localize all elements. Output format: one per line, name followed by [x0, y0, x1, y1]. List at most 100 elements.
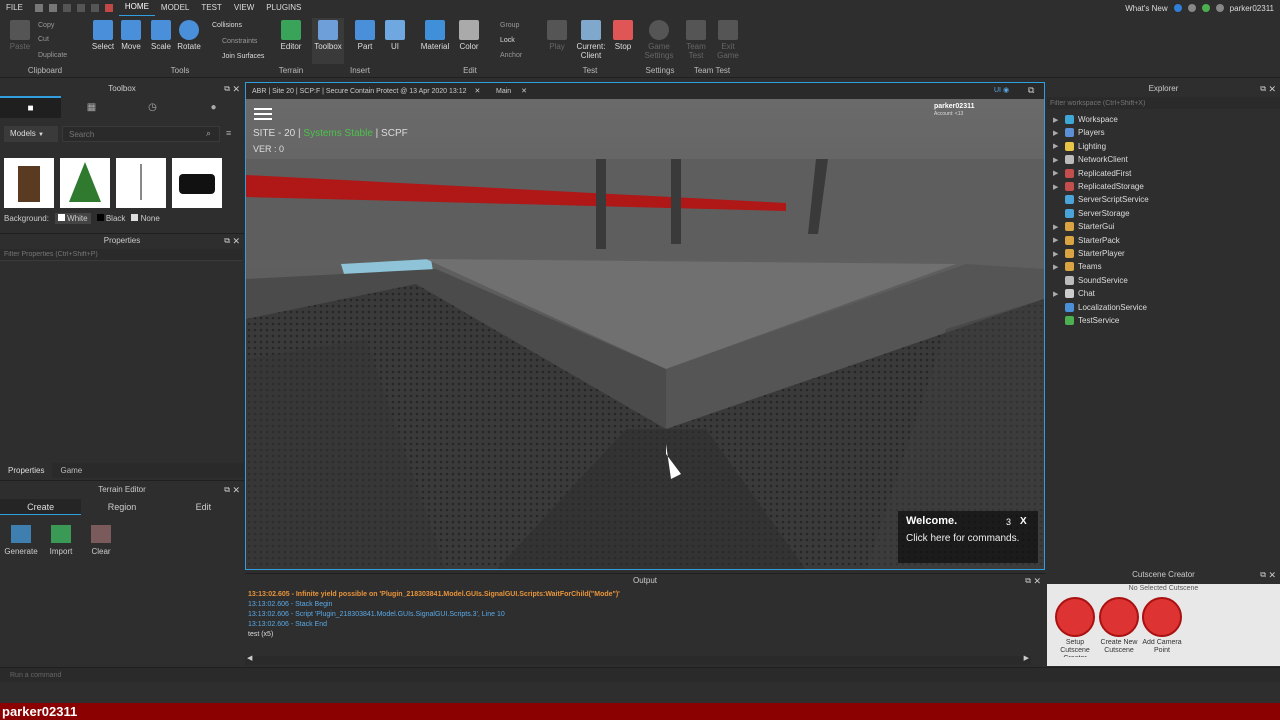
hamburger-menu-icon[interactable]: [254, 105, 272, 123]
expand-arrow-icon[interactable]: ▶: [1053, 169, 1061, 177]
bg-black-option[interactable]: Black: [96, 214, 125, 223]
welcome-notification[interactable]: Welcome. 3 X Click here for commands.: [898, 511, 1038, 563]
ui-visibility-toggle[interactable]: UI ◉: [994, 86, 1009, 94]
expand-arrow-icon[interactable]: ▶: [1053, 290, 1061, 298]
model-thumbnail-lamp[interactable]: [116, 158, 166, 208]
expand-arrow-icon[interactable]: ▶: [1053, 183, 1061, 191]
exit-game-button[interactable]: Exit Game: [714, 18, 742, 60]
terrain-editor-button[interactable]: Editor: [278, 18, 304, 51]
tab-model[interactable]: MODEL: [155, 0, 195, 16]
expand-arrow-icon[interactable]: ▶: [1053, 223, 1061, 231]
category-dropdown[interactable]: Models ▼: [4, 126, 58, 142]
tab-main-script[interactable]: Main ✕: [496, 87, 527, 95]
team-test-button[interactable]: Team Test: [682, 18, 710, 60]
dock-icon[interactable]: ⧉: [1260, 568, 1266, 582]
undo-icon[interactable]: [62, 4, 71, 12]
explorer-item-soundservice[interactable]: SoundService: [1053, 274, 1128, 287]
expand-arrow-icon[interactable]: ▶: [1053, 156, 1061, 164]
close-icon[interactable]: ✕: [232, 234, 240, 248]
tab-recent[interactable]: ◷: [122, 96, 183, 118]
username-label[interactable]: parker02311: [1230, 4, 1274, 13]
explorer-item-starterplayer[interactable]: ▶ StarterPlayer: [1053, 247, 1125, 260]
expand-arrow-icon[interactable]: ▶: [1053, 263, 1061, 271]
tab-region[interactable]: Region: [81, 499, 162, 515]
select-button[interactable]: Select: [90, 18, 116, 51]
constraints-toggle[interactable]: Constraints: [222, 38, 257, 45]
material-button[interactable]: Material: [420, 18, 450, 51]
toolbox-search-input[interactable]: [62, 126, 220, 142]
tab-place[interactable]: ABR | Site 20 | SCP:F | Secure Contain P…: [252, 87, 480, 95]
search-icon[interactable]: ⌕: [206, 128, 211, 139]
close-icon[interactable]: ✕: [232, 483, 240, 497]
paste-button[interactable]: Paste: [8, 18, 32, 51]
close-icon[interactable]: ✕: [1268, 568, 1276, 582]
explorer-filter-input[interactable]: [1047, 97, 1280, 109]
close-icon[interactable]: ✕: [521, 88, 527, 95]
collisions-toggle[interactable]: Collisions: [212, 22, 242, 29]
help-icon[interactable]: [1173, 4, 1182, 12]
add-camera-point-button[interactable]: Add Camera Point: [1140, 597, 1184, 655]
game-settings-button[interactable]: Game Settings: [644, 18, 674, 60]
dock-icon[interactable]: ⧉: [224, 234, 230, 248]
scroll-left-icon[interactable]: ◀: [247, 654, 252, 662]
tab-marketplace[interactable]: ▦: [61, 96, 122, 118]
tab-plugins[interactable]: PLUGINS: [260, 0, 307, 16]
ui-button[interactable]: UI: [382, 18, 408, 51]
file-menu[interactable]: FILE: [0, 0, 29, 16]
generate-button[interactable]: Generate: [4, 525, 38, 556]
model-thumbnail-tower[interactable]: [4, 158, 54, 208]
save-icon[interactable]: [48, 4, 57, 12]
scroll-right-icon[interactable]: ▶: [1024, 654, 1029, 662]
properties-filter-input[interactable]: [0, 249, 242, 261]
group-button[interactable]: Group: [500, 22, 519, 29]
expand-arrow-icon[interactable]: ▶: [1053, 129, 1061, 137]
model-thumbnail-car[interactable]: [172, 158, 222, 208]
cut-button[interactable]: Cut: [38, 36, 49, 43]
explorer-item-localizationservice[interactable]: LocalizationService: [1053, 301, 1147, 314]
tab-create[interactable]: Create: [0, 499, 82, 515]
tab-test[interactable]: TEST: [195, 0, 227, 16]
game-viewport[interactable]: ABR | Site 20 | SCP:F | Secure Contain P…: [245, 82, 1045, 570]
explorer-item-workspace[interactable]: ▶ Workspace: [1053, 113, 1118, 126]
model-thumbnail-tree[interactable]: [60, 158, 110, 208]
close-icon[interactable]: ✕: [232, 82, 240, 96]
move-button[interactable]: Move: [118, 18, 144, 51]
rotate-button[interactable]: Rotate: [176, 18, 202, 51]
scale-button[interactable]: Scale: [148, 18, 174, 51]
toolbox-button[interactable]: Toolbox: [312, 18, 344, 64]
stop-icon[interactable]: [104, 4, 113, 12]
duplicate-button[interactable]: Duplicate: [38, 52, 67, 59]
play-icon[interactable]: [90, 4, 99, 12]
new-file-icon[interactable]: [34, 4, 43, 12]
current-client-button[interactable]: Current: Client: [574, 18, 608, 60]
expand-arrow-icon[interactable]: ▶: [1053, 236, 1061, 244]
anchor-button[interactable]: Anchor: [500, 52, 522, 59]
explorer-item-serverstorage[interactable]: ServerStorage: [1053, 207, 1130, 220]
whats-new-link[interactable]: What's New: [1125, 4, 1167, 13]
explorer-item-replicatedfirst[interactable]: ▶ ReplicatedFirst: [1053, 167, 1131, 180]
tab-home[interactable]: HOME: [118, 0, 155, 17]
play-button[interactable]: Play: [544, 18, 570, 51]
expand-arrow-icon[interactable]: ▶: [1053, 250, 1061, 258]
expand-arrow-icon[interactable]: ▶: [1053, 142, 1061, 150]
redo-icon[interactable]: [76, 4, 85, 12]
color-button[interactable]: Color: [456, 18, 482, 51]
tab-inventory[interactable]: ■: [0, 96, 61, 118]
tab-edit[interactable]: Edit: [163, 499, 244, 515]
dock-icon[interactable]: ⧉: [224, 483, 230, 497]
explorer-item-chat[interactable]: ▶ Chat: [1053, 287, 1095, 300]
bg-none-option[interactable]: None: [131, 214, 160, 223]
join-surfaces-toggle[interactable]: Join Surfaces: [222, 53, 264, 60]
tab-creations[interactable]: ●: [183, 96, 244, 118]
close-icon[interactable]: ✕: [1268, 82, 1276, 96]
tab-properties[interactable]: Properties: [0, 463, 53, 478]
explorer-item-lighting[interactable]: ▶ Lighting: [1053, 140, 1106, 153]
copy-button[interactable]: Copy: [38, 22, 54, 29]
new-cutscene-button[interactable]: Create New Cutscene: [1097, 597, 1141, 655]
explorer-item-testservice[interactable]: TestService: [1053, 314, 1119, 327]
import-button[interactable]: Import: [44, 525, 78, 556]
filter-icon[interactable]: ≡: [226, 128, 231, 138]
3d-scene[interactable]: SITE - 20 | Systems Stable | SCPF VER : …: [246, 99, 1044, 569]
notification-close-button[interactable]: X: [1020, 516, 1027, 527]
setup-cutscene-button[interactable]: Setup Cutscene Creator: [1053, 597, 1097, 657]
